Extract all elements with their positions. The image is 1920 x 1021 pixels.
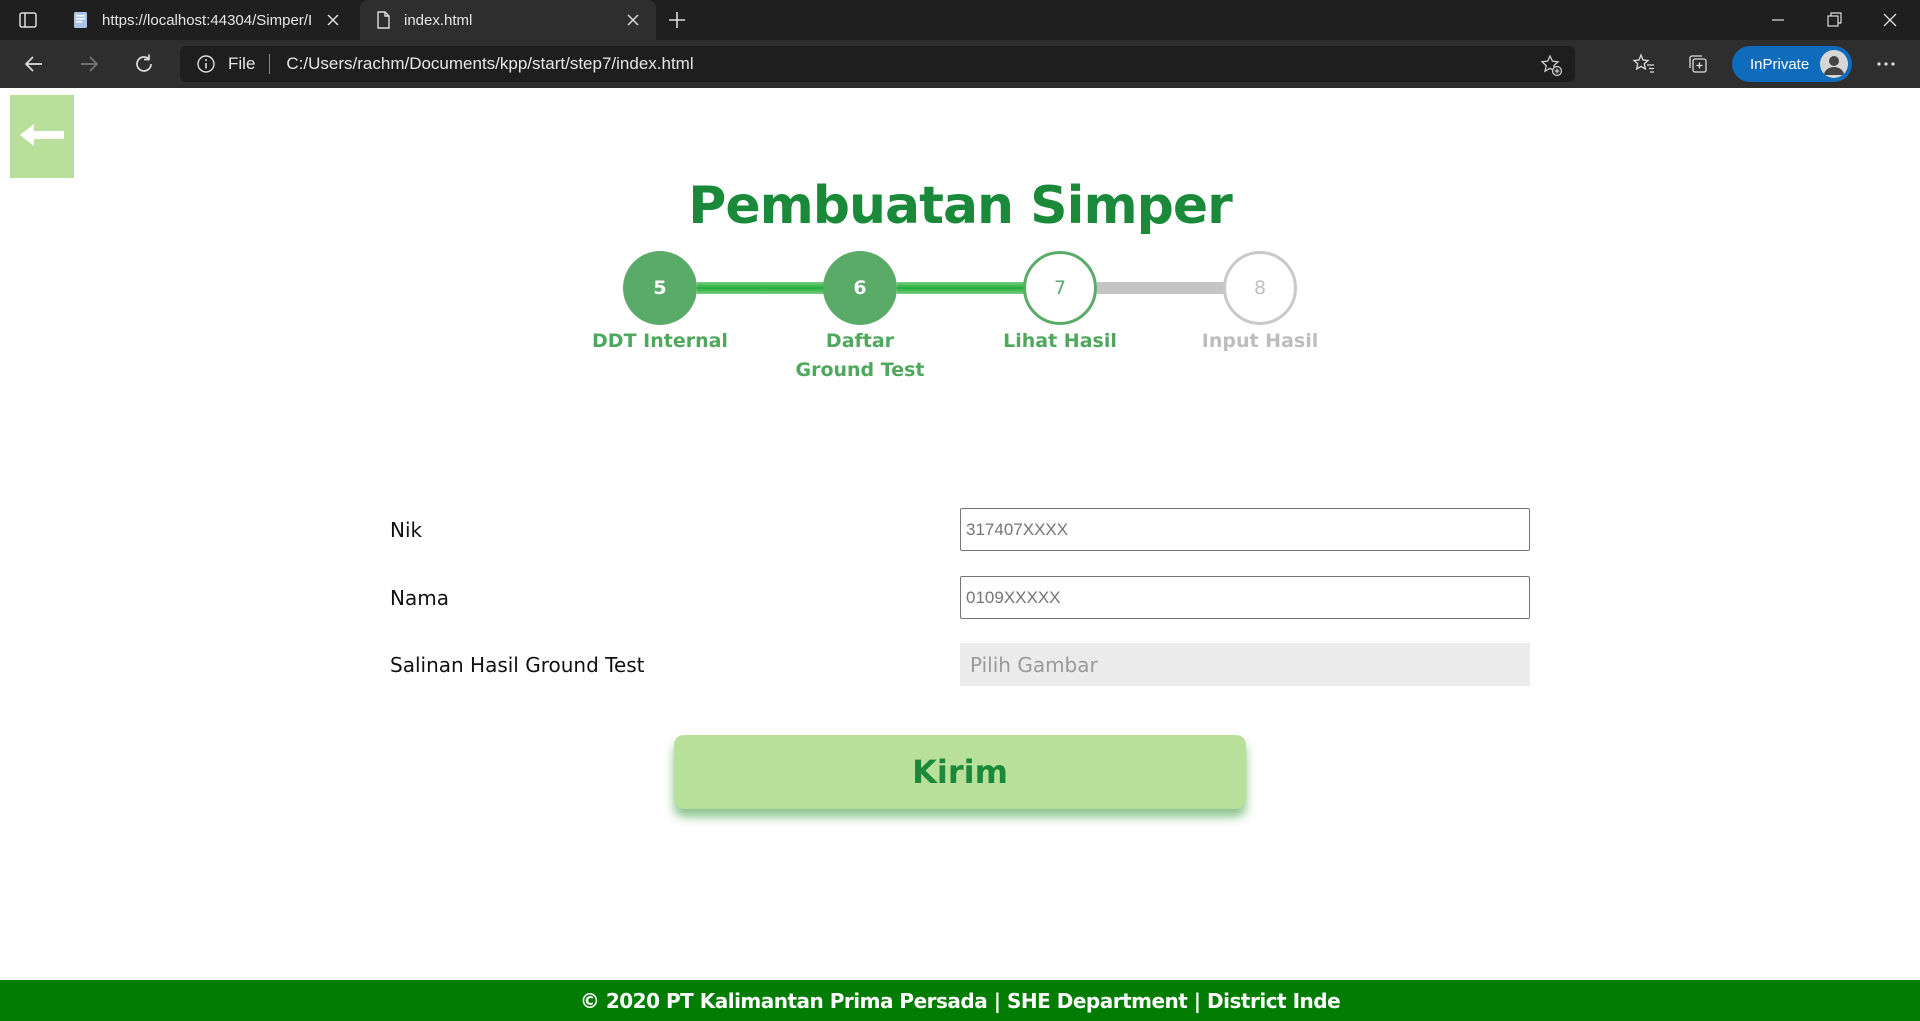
nik-input[interactable]: [960, 508, 1530, 551]
tab-index-html[interactable]: index.html: [360, 0, 656, 40]
footer: © 2020 PT Kalimantan Prima Persada | SHE…: [0, 980, 1920, 1021]
step-number: 6: [823, 251, 897, 325]
footer-text: © 2020 PT Kalimantan Prima Persada | SHE…: [579, 988, 1341, 1013]
browser-toolbar: File C:/Users/rachm/Documents/kpp/start/…: [0, 40, 1920, 88]
step-number: 7: [1023, 251, 1097, 325]
step-daftar-ground-test: 6 Daftar Ground Test: [760, 251, 960, 385]
salinan-label: Salinan Hasil Ground Test: [390, 653, 645, 677]
submit-button[interactable]: Kirim: [674, 735, 1246, 809]
more-options-icon[interactable]: [1874, 52, 1898, 76]
close-tab-icon[interactable]: [324, 11, 342, 29]
step-ddt-internal: 5 DDT Internal: [560, 251, 760, 356]
step-label: Lihat Hasil: [1003, 330, 1117, 352]
page-title: Pembuatan Simper: [688, 176, 1233, 236]
collections-icon[interactable]: [1686, 52, 1710, 76]
arrow-left-icon: [18, 121, 66, 153]
step-label-line1: Daftar: [825, 330, 895, 352]
back-arrow-icon[interactable]: [22, 52, 46, 76]
new-tab-icon[interactable]: [666, 9, 688, 31]
step-label: Input Hasil: [1201, 330, 1319, 352]
refresh-icon[interactable]: [132, 52, 156, 76]
scheme-label: File: [228, 54, 256, 73]
step-input-hasil: 8 Input Hasil: [1160, 251, 1360, 356]
nik-label: Nik: [390, 518, 423, 542]
inprivate-button[interactable]: InPrivate: [1732, 46, 1852, 82]
address-bar[interactable]: File C:/Users/rachm/Documents/kpp/start/…: [180, 46, 1575, 82]
tab-title: https://localhost:44304/Simper/I: [102, 11, 313, 29]
tab-localhost[interactable]: https://localhost:44304/Simper/I: [58, 0, 356, 40]
form-row-nik: Nik: [390, 508, 1530, 552]
file-icon: [374, 11, 392, 29]
step-lihat-hasil: 7 Lihat Hasil: [960, 251, 1160, 356]
nama-input[interactable]: [960, 576, 1530, 619]
form-row-nama: Nama: [390, 576, 1530, 620]
image-file-picker[interactable]: Pilih Gambar: [960, 643, 1530, 686]
page-favicon-icon: [72, 11, 90, 29]
profile-avatar-icon: [1820, 50, 1848, 78]
step-label: DDT Internal: [592, 330, 728, 352]
close-tab-icon[interactable]: [624, 11, 642, 29]
close-window-icon[interactable]: [1878, 8, 1902, 32]
step-number: 5: [623, 251, 697, 325]
tab-actions-icon[interactable]: [18, 10, 38, 30]
back-button[interactable]: [10, 95, 74, 178]
address-separator: [269, 54, 271, 74]
form-row-salinan: Salinan Hasil Ground Test Pilih Gambar: [390, 643, 1530, 687]
step-number: 8: [1223, 251, 1297, 325]
nama-label: Nama: [390, 586, 449, 610]
step-label: Daftar Ground Test: [760, 327, 960, 385]
tab-title: index.html: [404, 11, 473, 29]
favorites-icon[interactable]: [1632, 52, 1656, 76]
inprivate-label: InPrivate: [1750, 55, 1810, 73]
add-favorite-icon[interactable]: [1539, 53, 1563, 77]
minimize-icon[interactable]: [1766, 8, 1790, 32]
step-label-line2: Ground Test: [795, 359, 925, 381]
browser-tab-bar: https://localhost:44304/Simper/I index.h…: [0, 0, 1920, 40]
info-icon[interactable]: [196, 54, 216, 74]
restore-icon[interactable]: [1822, 8, 1846, 32]
forward-arrow-icon[interactable]: [77, 52, 101, 76]
url-text[interactable]: C:/Users/rachm/Documents/kpp/start/step7…: [286, 54, 693, 74]
